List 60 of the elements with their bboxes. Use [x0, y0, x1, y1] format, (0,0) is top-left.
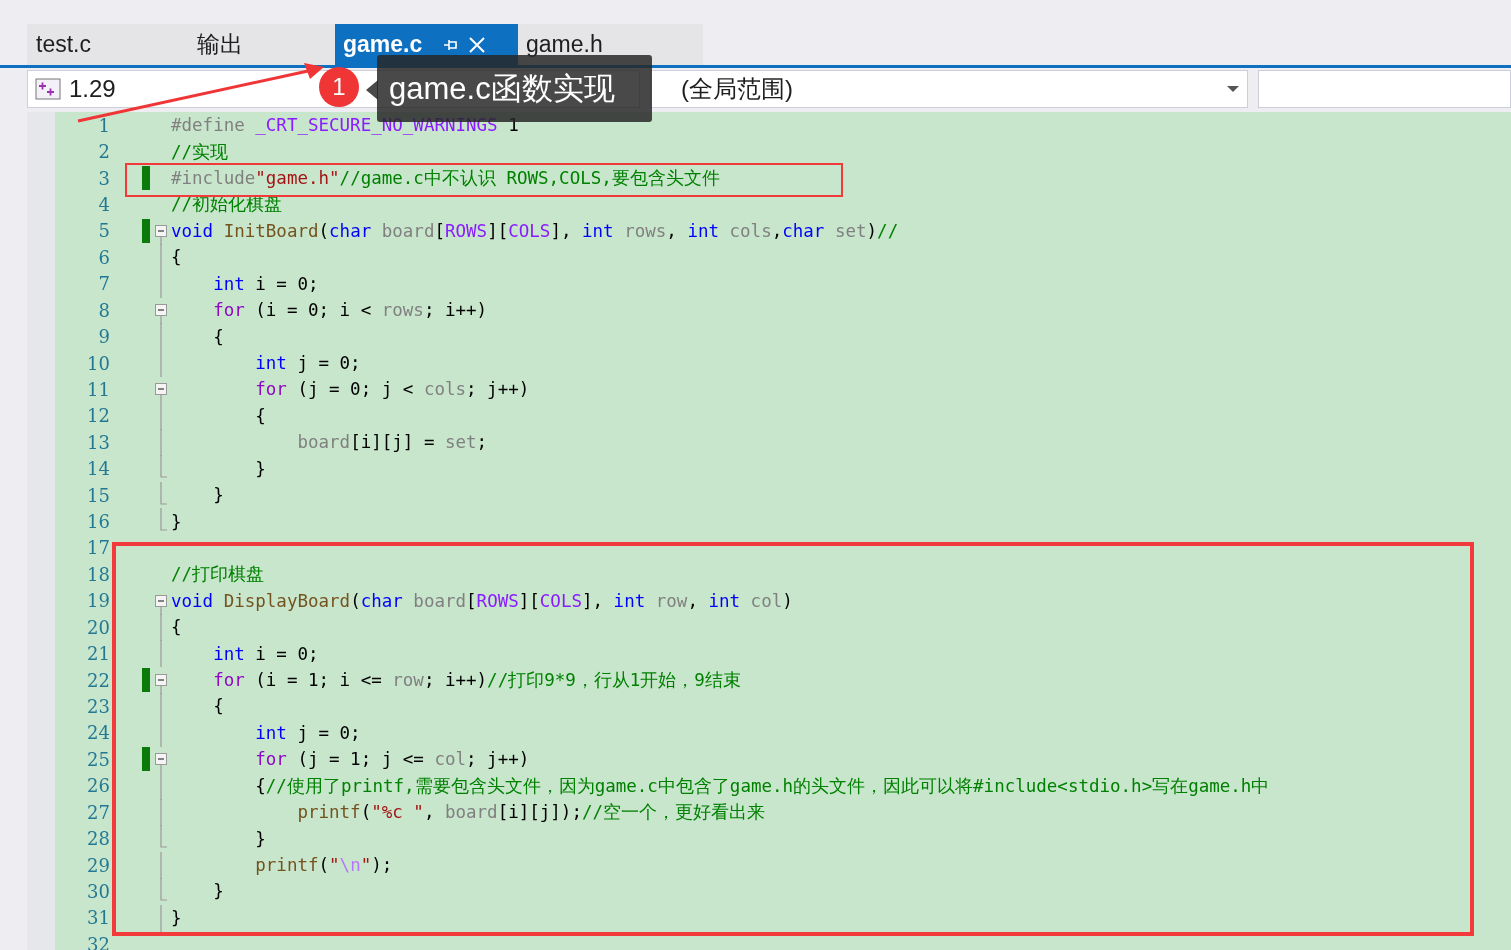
line-number: 20 — [86, 616, 110, 638]
code-line: //实现 — [170, 142, 229, 161]
line-number: 24 — [86, 722, 110, 744]
code-line: } — [254, 829, 266, 848]
line-number: 12 — [86, 405, 110, 427]
line-number: 15 — [86, 484, 110, 506]
line-number: 14 — [86, 458, 110, 480]
line-number: 3 — [97, 167, 110, 189]
line-number: 18 — [86, 563, 110, 585]
code-line: { — [212, 697, 224, 716]
line-number: 16 — [86, 511, 110, 533]
line-number: 10 — [86, 352, 110, 374]
code-line: } — [254, 459, 266, 478]
line-number: 13 — [86, 431, 110, 453]
code-line: int j = 0; — [254, 723, 361, 742]
code-line: {//使用了printf,需要包含头文件，因为game.c中包含了game.h的头文件，因此可以将#include<stdio.h>写在game.h中 — [254, 776, 1270, 795]
line-number: 30 — [86, 880, 110, 902]
code-line: { — [170, 618, 182, 637]
line-number: 21 — [86, 643, 110, 665]
code-line: } — [170, 512, 182, 531]
code-line: for (i = 0; i < rows; i++) — [212, 301, 488, 320]
code-line: board[i][j] = set; — [296, 433, 488, 452]
code-line: int i = 0; — [212, 274, 319, 293]
line-number: 31 — [86, 907, 110, 929]
line-number: 19 — [86, 590, 110, 612]
code-line: for (j = 1; j <= col; j++) — [254, 750, 530, 769]
line-number: 6 — [97, 246, 110, 268]
code-line: { — [170, 248, 182, 267]
code-line: for (i = 1; i <= row; i++)//打印9*9，行从1开始，9结束 — [212, 671, 741, 690]
line-number: 2 — [97, 141, 110, 163]
line-number: 22 — [86, 669, 110, 691]
code-line: int j = 0; — [254, 354, 361, 372]
code-line: void DisplayBoard(char board[ROWS][COLS], int row, int col) — [170, 591, 793, 610]
code-line: for (j = 0; j < cols; j++) — [254, 380, 530, 399]
callout-tooltip: game.c函数实现 — [377, 55, 652, 122]
line-number: 7 — [97, 273, 110, 295]
code-line: #include"game.h"//game.c中不认识 ROWS,COLS,要包含头文件 — [170, 169, 720, 188]
code-line: { — [254, 406, 266, 425]
code-line: printf("\n"); — [254, 856, 393, 874]
code-line: printf("%c ", board[i][j]);//空一个，更好看出来 — [296, 803, 766, 822]
code-line: { — [212, 327, 224, 346]
line-number: 27 — [86, 801, 110, 823]
line-number: 26 — [86, 775, 110, 797]
line-number: 17 — [86, 537, 110, 559]
code-line: int i = 0; — [212, 644, 319, 663]
code-line: } — [212, 882, 224, 901]
code-line: } — [170, 908, 182, 927]
line-number: 28 — [86, 828, 110, 850]
line-number: 29 — [86, 854, 110, 876]
line-number: 1 — [97, 114, 110, 136]
line-number: 9 — [97, 326, 110, 348]
line-number: 25 — [86, 748, 110, 770]
line-number: 23 — [86, 696, 110, 717]
line-number: 4 — [97, 193, 110, 215]
code-line: //打印棋盘 — [170, 565, 265, 584]
line-number: 11 — [86, 378, 110, 400]
line-number: 5 — [97, 220, 110, 242]
code-line: } — [212, 486, 224, 505]
code-line: void InitBoard(char board[ROWS][COLS], int rows, int cols,char set)// — [170, 221, 899, 240]
line-number: 8 — [97, 299, 110, 321]
